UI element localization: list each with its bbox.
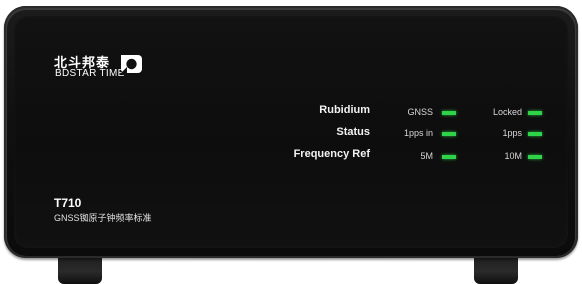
led-5m	[442, 155, 456, 159]
indicator-label-1pps-in: 1pps in	[403, 128, 433, 138]
indicator-label-1pps: 1pps	[502, 128, 522, 138]
model-description: GNSS铷原子钟频率标准	[54, 213, 152, 223]
led-1pps	[528, 132, 542, 136]
led-10m	[528, 155, 542, 159]
status-label-frequency-ref: Frequency Ref	[293, 148, 370, 160]
indicator-label-5m: 5M	[420, 151, 433, 161]
brand-name-en: BDSTAR TIME	[55, 68, 125, 79]
indicator-label-10m: 10M	[504, 151, 522, 161]
led-gnss	[442, 111, 456, 115]
model-name: T710	[54, 196, 82, 210]
bdstar-logo-icon	[121, 55, 142, 73]
indicator-label-locked: Locked	[492, 107, 522, 117]
led-locked	[528, 111, 542, 115]
led-1pps-in	[442, 132, 456, 136]
status-label-status: Status	[336, 126, 370, 138]
status-label-rubidium: Rubidium	[319, 104, 370, 116]
indicator-label-gnss: GNSS	[407, 107, 433, 117]
